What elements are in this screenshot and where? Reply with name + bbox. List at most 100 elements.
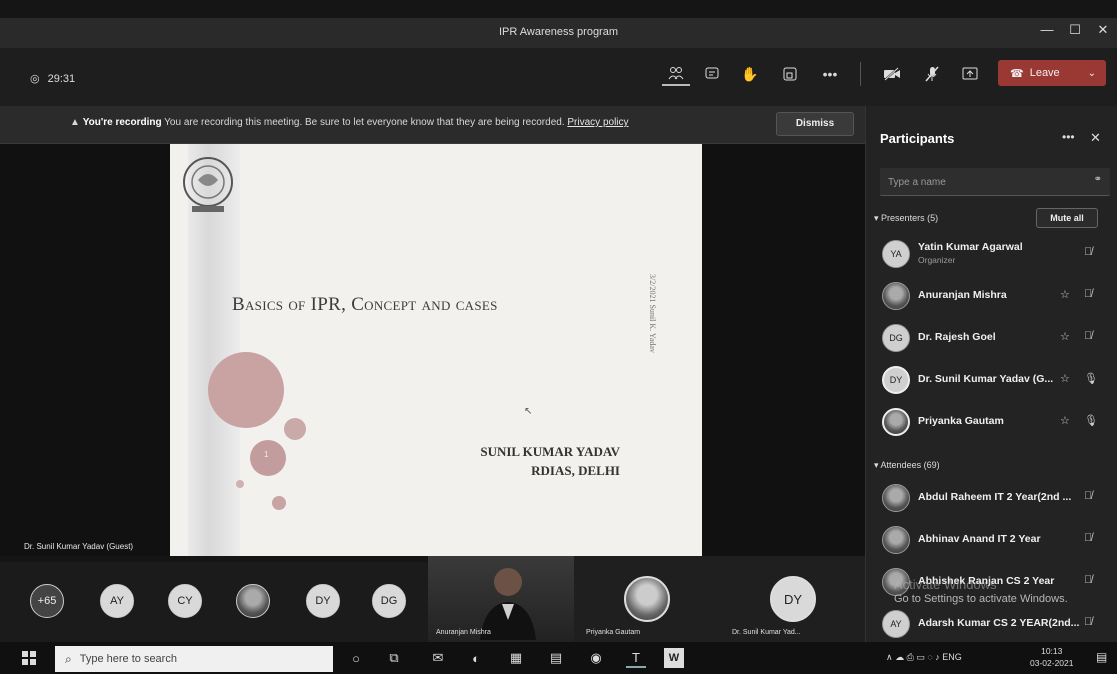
decor-bubble-large <box>208 352 284 428</box>
chevron-down-icon[interactable]: ⌄ <box>1088 68 1096 79</box>
caret-down-icon: ▾ <box>874 460 879 470</box>
priyanka-avatar <box>624 576 670 622</box>
windows-start-icon[interactable] <box>22 651 36 665</box>
banner-label: You're recording <box>82 117 162 128</box>
mic-off-icon[interactable]: 🎙̸ <box>1084 246 1092 258</box>
dismiss-button[interactable]: Dismiss <box>776 112 854 136</box>
pin-icon[interactable]: ☆ <box>1060 288 1070 301</box>
pin-icon[interactable]: ☆ <box>1060 330 1070 343</box>
rooms-icon[interactable] <box>776 62 804 86</box>
mic-off-icon[interactable]: 🎙̸ <box>1084 574 1092 586</box>
participants-panel: Participants ••• ✕ ⚭ ▾ Presenters (5) Mu… <box>865 106 1117 642</box>
participant-row[interactable]: DG Dr. Rajesh Goel ☆ 🎙̸ <box>866 318 1117 358</box>
mic-off-icon[interactable]: 🎙̸ <box>1084 288 1092 300</box>
participant-search[interactable]: ⚭ <box>880 168 1110 196</box>
mic-off-icon[interactable] <box>918 62 946 86</box>
title-bar: IPR Awareness program — ☐ ✕ <box>0 18 1117 48</box>
taskbar-search-input[interactable] <box>79 653 310 665</box>
task-view-icon[interactable]: ⧉ <box>384 648 404 668</box>
video-tile-sunil[interactable]: DY Dr. Sunil Kumar Yad... <box>722 556 865 642</box>
avatar-dg[interactable]: DG <box>372 584 406 618</box>
sunil-avatar: DY <box>770 576 816 622</box>
participant-row[interactable]: AY Adarsh Kumar CS 2 YEAR(2nd... 🎙̸ <box>866 604 1117 644</box>
pin-icon[interactable]: ☆ <box>1060 414 1070 427</box>
slide-author: SUNIL KUMAR YADAV RDIAS, DELHI <box>480 442 620 480</box>
avatar-cy[interactable]: CY <box>168 584 202 618</box>
video-tiles-row: +65 AY CY DY DG Anuranjan Mishra Priyank… <box>0 556 865 642</box>
slide-title-text: Basics of IPR, Concept and cases <box>232 294 498 315</box>
presenters-header[interactable]: ▾ Presenters (5) <box>874 213 938 224</box>
leave-label: Leave <box>1029 67 1060 79</box>
minimize-icon[interactable]: — <box>1034 22 1060 37</box>
recording-banner: ▲ You're recording You are recording thi… <box>0 106 865 144</box>
participant-row[interactable]: Priyanka Gautam ☆ 🎙 <box>866 402 1117 442</box>
clock[interactable]: 10:13 03-02-2021 <box>1030 645 1073 669</box>
meeting-timer: ◎ 29:31 <box>30 72 75 86</box>
avatar-photo[interactable] <box>236 584 270 618</box>
panel-more-icon[interactable]: ••• <box>1062 130 1075 144</box>
mic-off-icon[interactable]: 🎙̸ <box>1084 616 1092 628</box>
word-icon[interactable]: W <box>664 648 684 668</box>
participant-name: Anuranjan Mishra <box>918 289 1007 301</box>
participant-row[interactable]: YA Yatin Kumar Agarwal Organizer 🎙̸ <box>866 234 1117 274</box>
privacy-policy-link[interactable]: Privacy policy <box>567 117 628 128</box>
mic-off-icon[interactable]: 🎙̸ <box>1084 490 1092 502</box>
avatar <box>882 484 910 512</box>
participants-icon[interactable] <box>662 62 690 86</box>
participant-name: Abhinav Anand IT 2 Year <box>918 533 1041 545</box>
cortana-icon[interactable]: ○ <box>346 648 366 668</box>
avatar: AY <box>882 610 910 638</box>
more-icon[interactable]: ••• <box>816 62 844 86</box>
mute-all-button[interactable]: Mute all <box>1036 208 1098 228</box>
chrome-icon[interactable]: ◉ <box>586 648 606 668</box>
avatar-dy[interactable]: DY <box>306 584 340 618</box>
participant-name: Dr. Sunil Kumar Yadav (G... <box>918 373 1054 385</box>
camera-off-icon[interactable] <box>878 62 906 86</box>
participant-name: Abdul Raheem IT 2 Year(2nd ... <box>918 491 1072 503</box>
participant-search-input[interactable] <box>888 173 1078 191</box>
store-icon[interactable]: ▤ <box>546 648 566 668</box>
presenters-header-label: Presenters (5) <box>881 213 939 223</box>
participant-role: Organizer <box>918 255 956 265</box>
slide-footer-vertical: 3/2/2021 Sunil K. Yadav <box>648 274 657 353</box>
edge-icon[interactable]: ◐ <box>466 648 486 668</box>
mic-off-icon[interactable]: 🎙̸ <box>1084 330 1092 342</box>
chat-icon[interactable] <box>698 62 726 86</box>
mail-icon[interactable]: ✉ <box>428 648 448 668</box>
notification-icon[interactable]: ▤ <box>1096 650 1107 664</box>
close-icon[interactable]: ✕ <box>1090 130 1101 146</box>
mic-icon[interactable]: 🎙 <box>1084 414 1098 427</box>
college-logo-icon <box>183 157 233 212</box>
pin-icon[interactable]: ☆ <box>1060 372 1070 385</box>
participant-name: Priyanka Gautam <box>918 415 1004 427</box>
participant-row[interactable]: Abdul Raheem IT 2 Year(2nd ... 🎙̸ <box>866 478 1117 518</box>
activate-line1: Activate Windows <box>894 577 997 592</box>
video-tile-anuranjan[interactable]: Anuranjan Mishra <box>428 556 574 642</box>
video-tile-priyanka[interactable]: Priyanka Gautam <box>574 556 722 642</box>
mic-off-icon[interactable]: 🎙̸ <box>1084 532 1092 544</box>
close-window-icon[interactable]: ✕ <box>1090 22 1116 38</box>
slide-title: Basics of IPR, Concept and cases <box>232 294 498 316</box>
calendar-icon[interactable]: ▦ <box>506 648 526 668</box>
attendees-header[interactable]: ▾ Attendees (69) <box>874 460 940 471</box>
maximize-icon[interactable]: ☐ <box>1062 22 1088 38</box>
raise-hand-icon[interactable]: ✋ <box>736 62 764 86</box>
participant-row[interactable]: DY Dr. Sunil Kumar Yadav (G... ☆ 🎙 <box>866 360 1117 400</box>
author-name: SUNIL KUMAR YADAV <box>480 444 620 459</box>
avatar-ay[interactable]: AY <box>100 584 134 618</box>
leave-button[interactable]: ☎ Leave ⌄ <box>998 60 1106 86</box>
share-icon[interactable] <box>956 62 984 86</box>
language-indicator[interactable]: ENG <box>942 652 962 662</box>
overflow-count[interactable]: +65 <box>30 584 64 618</box>
participant-row[interactable]: Anuranjan Mishra ☆ 🎙̸ <box>866 276 1117 316</box>
mic-icon[interactable]: 🎙 <box>1084 372 1098 385</box>
taskbar-search[interactable]: ⌕ <box>55 646 333 672</box>
teams-icon[interactable]: T <box>626 648 646 668</box>
banner-message: You are recording this meeting. Be sure … <box>164 117 565 128</box>
tray-up-icon[interactable]: ∧ <box>886 652 893 662</box>
tray-icons[interactable]: ☁ ⎙ ▭ ◌ ♪ <box>895 652 940 662</box>
windows-taskbar: ⌕ ○ ⧉ ✉ ◐ ▦ ▤ ◉ T W ∧ ☁ ⎙ ▭ ◌ ♪ ENG 10:1… <box>0 642 1117 674</box>
link-icon[interactable]: ⚭ <box>1094 174 1102 185</box>
author-org: RDIAS, DELHI <box>531 463 620 478</box>
participant-row[interactable]: Abhinav Anand IT 2 Year 🎙̸ <box>866 520 1117 560</box>
